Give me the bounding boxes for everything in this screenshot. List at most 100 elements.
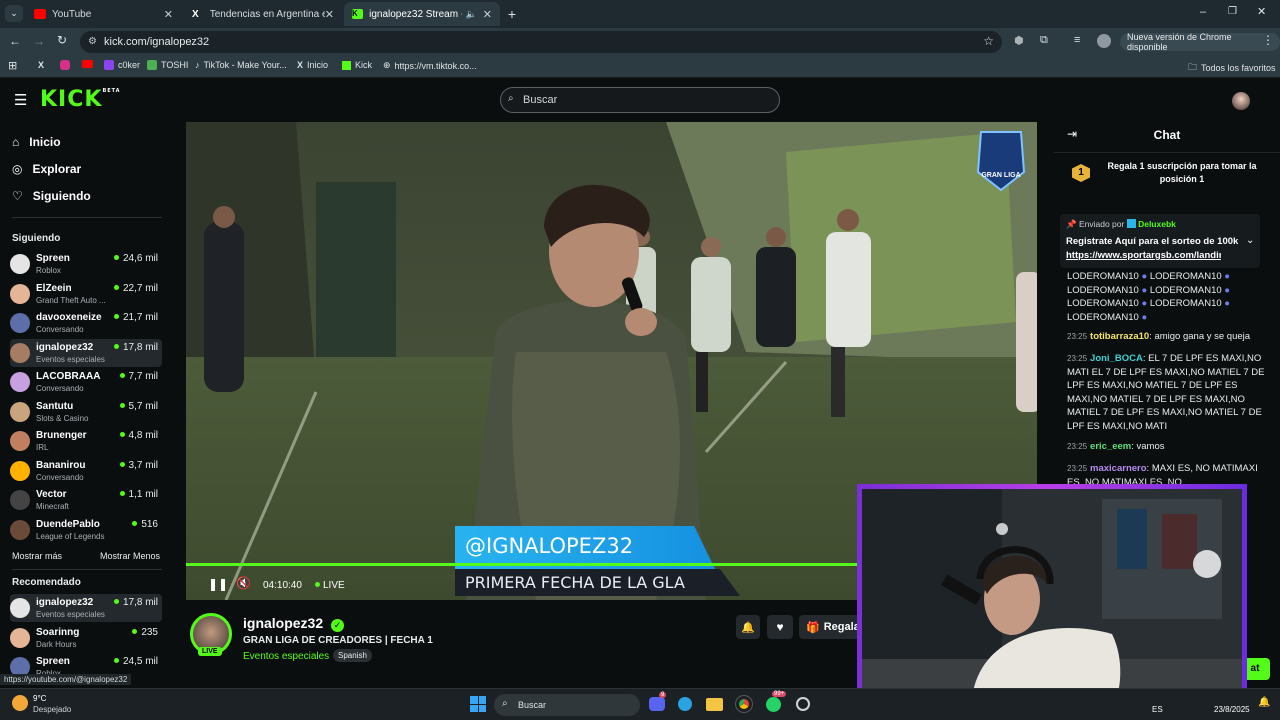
tab-kick-stream[interactable]: K ignalopez32 Stream - Watc 🔈 ✕ (344, 2, 500, 26)
bookmark-tiktok-link[interactable]: ⊕ https://vm.tiktok.co... (383, 60, 477, 71)
gift-subscription-button[interactable]: 🎁 Regala (799, 615, 861, 639)
search-input[interactable]: ⌕ Buscar (500, 87, 780, 113)
chat-timestamp: 23:25 (1067, 442, 1088, 451)
following-channel-duendepablo[interactable]: DuendePablo League of Legends 516 (10, 516, 162, 544)
new-tab-button[interactable]: + (504, 6, 520, 22)
channel-name: LACOBRAAA (36, 371, 101, 382)
stream-uptime: 04:10:40 (263, 580, 302, 591)
bookmark-star-icon[interactable]: ☆ (983, 34, 994, 48)
bookmark-c0ker[interactable]: c0ker (104, 60, 140, 70)
chat-username[interactable]: eric_eem (1090, 441, 1131, 452)
hamburger-menu-icon[interactable]: ☰ (14, 91, 27, 109)
tab-x-trends[interactable]: X Tendencias en Argentina en X ✕ (184, 2, 342, 26)
following-channel-ignalopez32[interactable]: ignalopez32 Eventos especiales 17,8 mil (10, 338, 162, 367)
chat-title: Chat (1153, 128, 1181, 142)
app-icon[interactable] (796, 697, 810, 711)
channel-category: Grand Theft Auto ... (36, 295, 106, 305)
mute-icon[interactable]: 🔇 (236, 576, 251, 590)
kick-logo[interactable]: KICKBETA (40, 87, 121, 112)
gift-leaderboard-banner[interactable]: Regala 1 suscripción para tomar la posic… (1104, 160, 1260, 186)
search-icon: ⌕ (502, 698, 508, 709)
webcam-overlay (857, 484, 1247, 702)
pause-button[interactable]: ❚❚ (208, 577, 228, 591)
media-control-icon[interactable]: ≡ (1074, 34, 1080, 46)
notification-icon[interactable]: 🔔 (1258, 697, 1270, 708)
chat-timestamp: 23:25 (1067, 464, 1088, 473)
bookmark-youtube[interactable] (82, 60, 93, 68)
following-channel-davooxeneize[interactable]: davooxeneize Conversando 21,7 mil (10, 309, 162, 337)
recommended-channel-ignalopez32[interactable]: ignalopez32 Eventos especiales 17,8 mil (10, 594, 162, 622)
show-less-button[interactable]: Mostrar Menos (100, 551, 160, 561)
speaker-icon[interactable]: 🔈 (466, 9, 477, 20)
extensions-icon[interactable]: ⧉ (1040, 34, 1048, 47)
follow-heart-button[interactable]: ♥ (767, 615, 793, 639)
streamer-name[interactable]: ignalopez32 ✓ (243, 615, 345, 632)
taskbar-search[interactable]: ⌕ Buscar (494, 694, 640, 716)
shield-icon[interactable]: ⬢ (1014, 34, 1024, 47)
bookmark-inicio[interactable]: X Inicio (297, 60, 328, 70)
whatsapp-icon[interactable] (766, 697, 781, 712)
channel-name: Soarinng (36, 626, 80, 638)
close-window-button[interactable]: ✕ (1257, 5, 1266, 18)
bookmark-toshi[interactable]: TOSHI (147, 60, 188, 70)
channel-category: Slots & Casino (36, 413, 89, 423)
bookmark-kick[interactable]: Kick (342, 60, 372, 70)
following-channel-bananirou[interactable]: Bananirou Conversando 3,7 mil (10, 457, 162, 485)
chat-username[interactable]: Joni_BOCA (1090, 353, 1143, 364)
chrome-icon[interactable] (735, 695, 753, 713)
stream-category[interactable]: Eventos especiales (243, 651, 329, 662)
pinned-message[interactable]: 📌 Enviado por Deluxebk Registrate Aquí p… (1060, 214, 1260, 268)
nav-siguiendo[interactable]: ♡ Siguiendo (12, 189, 91, 203)
restore-button[interactable]: ❐ (1228, 6, 1237, 17)
back-icon[interactable]: ← (9, 34, 21, 48)
pinned-link[interactable]: https://www.sportargsb.com/landing/... (1066, 249, 1221, 263)
channel-name: DuendePablo (36, 518, 100, 530)
chevron-down-icon[interactable]: ⌄ (1246, 234, 1254, 248)
minimize-button[interactable]: – (1200, 6, 1206, 18)
file-explorer-icon[interactable] (706, 698, 723, 711)
bookmark-instagram[interactable] (60, 60, 70, 70)
following-channel-lacobraaa[interactable]: LACOBRAAA Conversando 7,7 mil (10, 368, 162, 396)
clock-date[interactable]: 23/8/2025 (1214, 705, 1250, 714)
telegram-icon[interactable] (678, 697, 692, 711)
menu-icon[interactable]: ⋮ (1262, 33, 1274, 47)
following-channel-santutu[interactable]: Santutu Slots & Casino 5,7 mil (10, 398, 162, 426)
tab-youtube[interactable]: YouTube ✕ (26, 2, 181, 26)
chat-username[interactable]: maxicarnero (1090, 463, 1147, 474)
url-field[interactable]: ⚙ kick.com/ignalopez32 ☆ (80, 31, 1002, 53)
start-button[interactable] (470, 696, 486, 712)
close-icon[interactable]: ✕ (325, 8, 334, 21)
following-channel-elzeein[interactable]: ElZeein Grand Theft Auto ... 22,7 mil (10, 280, 162, 308)
close-icon[interactable]: ✕ (483, 8, 492, 21)
apps-grid-icon[interactable]: ⊞ (8, 59, 17, 72)
nav-explorar[interactable]: ◎ Explorar (12, 162, 81, 176)
following-channel-spreen[interactable]: Spreen Roblox 24,6 mil (10, 250, 162, 278)
show-more-button[interactable]: Mostrar más (12, 551, 62, 561)
user-avatar[interactable] (1232, 92, 1250, 110)
site-info-icon[interactable]: ⚙ (88, 36, 97, 47)
reload-icon[interactable]: ↻ (57, 33, 67, 47)
recommended-channel-soarinng[interactable]: Soarinng Dark Hours 235 (10, 624, 162, 652)
nav-inicio[interactable]: ⌂ Inicio (12, 135, 61, 149)
chat-username[interactable]: totibarraza10 (1090, 331, 1149, 342)
profile-avatar[interactable] (1097, 34, 1111, 48)
chrome-update-button[interactable]: Nueva versión de Chrome disponible (1120, 32, 1280, 52)
folder-icon: 🗀 (1188, 62, 1198, 72)
bookmark-x[interactable]: X (38, 60, 44, 70)
weather-icon[interactable] (12, 695, 28, 711)
forward-icon[interactable]: → (33, 34, 45, 48)
avatar (10, 401, 30, 422)
bookmark-tiktok[interactable]: ♪ TikTok - Make Your... (195, 60, 287, 70)
following-channel-vector[interactable]: Vector Minecraft 1,1 mil (10, 486, 162, 514)
close-icon[interactable]: ✕ (164, 8, 173, 21)
avatar-live-badge: LIVE (198, 647, 222, 656)
language-tag[interactable]: Spanish (333, 649, 372, 662)
tab-search-button[interactable]: ⌄ (5, 5, 23, 22)
discord-icon[interactable] (649, 697, 665, 711)
notification-bell-button[interactable]: 🔔 (736, 615, 760, 639)
following-channel-brunenger[interactable]: Brunenger IRL 4,8 mil (10, 427, 162, 455)
stream-title: GRAN LIGA DE CREADORES | FECHA 1 (243, 635, 433, 646)
language-indicator[interactable]: ES (1152, 705, 1163, 714)
channel-name: Spreen (36, 656, 70, 667)
all-bookmarks[interactable]: 🗀 Todos los favoritos (1188, 60, 1276, 76)
